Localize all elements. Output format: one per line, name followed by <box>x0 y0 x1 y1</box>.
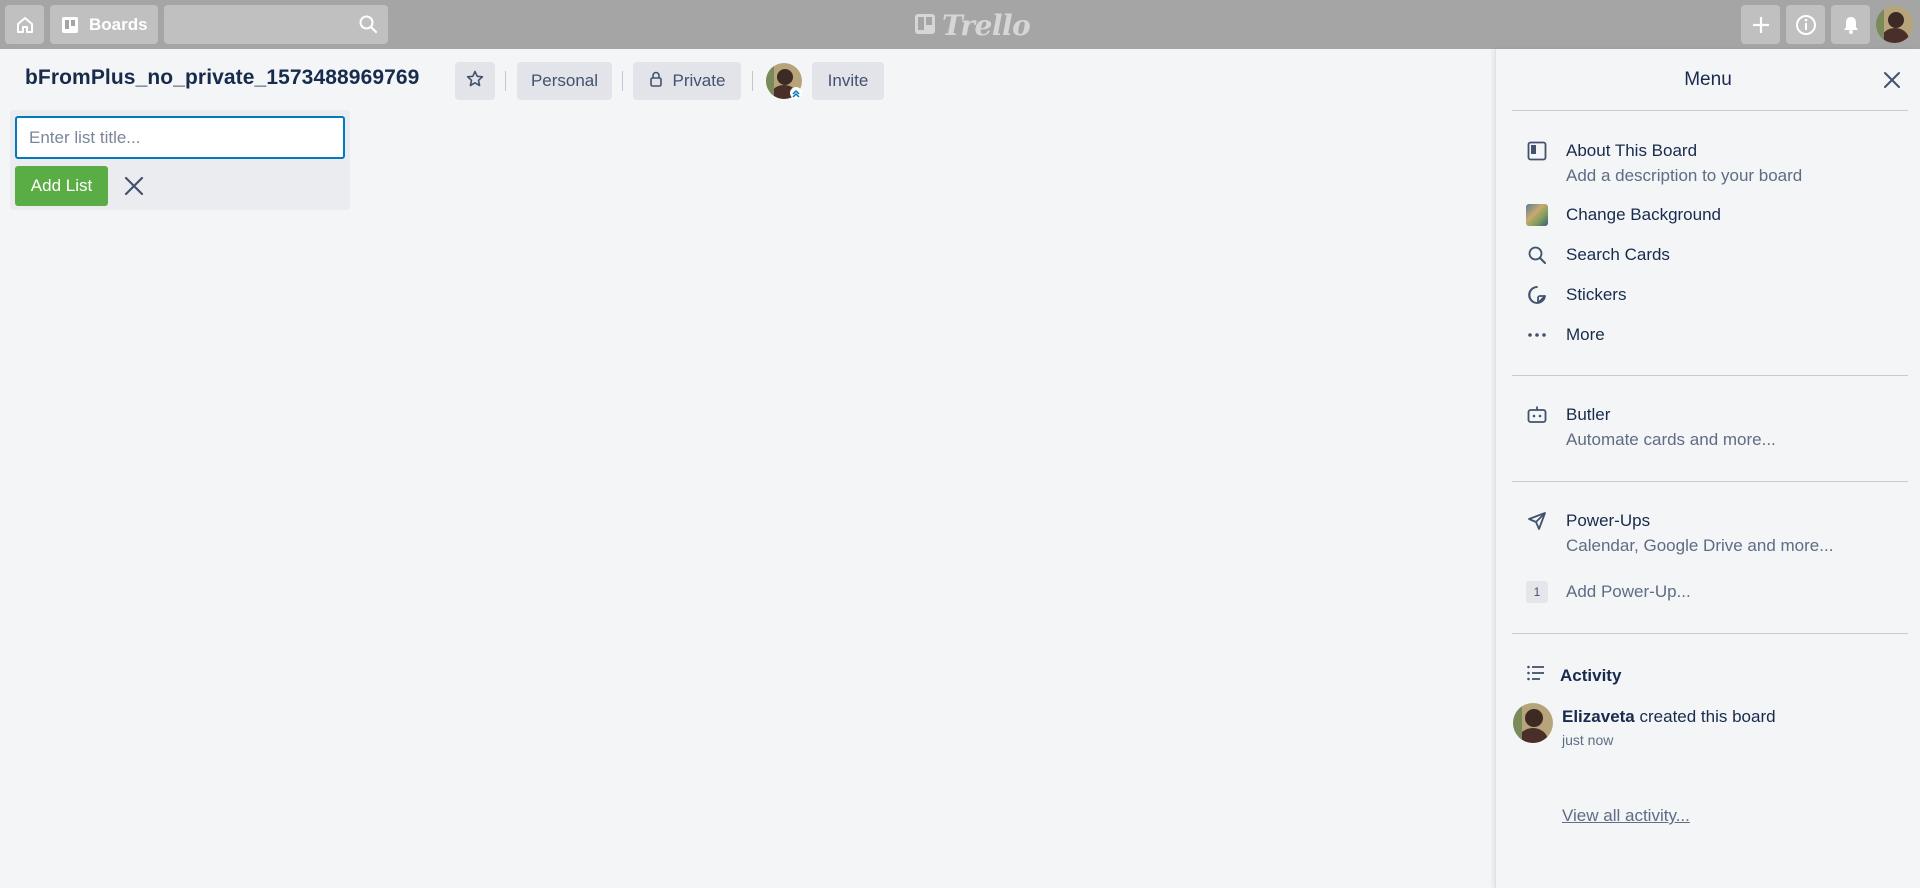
menu-item-butler[interactable]: Butler Automate cards and more... <box>1526 404 1776 451</box>
bell-icon <box>1841 15 1861 35</box>
plus-icon <box>1751 15 1771 35</box>
menu-item-label: Power-Ups <box>1566 511 1651 530</box>
admin-badge-icon <box>790 87 802 99</box>
team-button[interactable]: Personal <box>517 62 612 100</box>
menu-divider <box>1512 481 1908 482</box>
info-icon <box>1795 14 1817 36</box>
boards-label: Boards <box>89 14 148 34</box>
trello-logo-icon <box>914 9 936 42</box>
power-up-count: 1 <box>1526 581 1548 603</box>
home-button[interactable] <box>5 5 44 44</box>
more-icon <box>1526 324 1548 346</box>
home-icon <box>15 15 35 35</box>
search-icon <box>1526 244 1548 266</box>
menu-divider <box>1512 375 1908 376</box>
visibility-label: Private <box>672 71 726 90</box>
header-divider <box>752 71 753 91</box>
activity-avatar[interactable] <box>1513 703 1553 743</box>
menu-divider <box>1512 110 1908 111</box>
notifications-button[interactable] <box>1831 5 1870 44</box>
menu-item-label: More <box>1566 325 1605 344</box>
menu-item-sublabel: Add a description to your board <box>1566 166 1803 185</box>
create-button[interactable] <box>1741 5 1780 44</box>
activity-header: Activity <box>1526 663 1621 688</box>
star-icon <box>466 70 484 93</box>
activity-user[interactable]: Elizaveta <box>1562 707 1635 726</box>
menu-item-label: Search Cards <box>1566 245 1670 264</box>
menu-item-sublabel: Calendar, Google Drive and more... <box>1566 536 1834 555</box>
boards-button[interactable]: Boards <box>50 5 158 44</box>
add-list-button[interactable]: Add List <box>15 166 108 206</box>
menu-divider <box>1512 633 1908 634</box>
view-all-activity-link[interactable]: View all activity... <box>1562 806 1690 826</box>
visibility-button[interactable]: Private <box>633 62 741 100</box>
lock-icon <box>649 71 673 92</box>
activity-time[interactable]: just now <box>1562 732 1613 748</box>
board-icon <box>1526 140 1548 162</box>
header-divider <box>622 71 623 91</box>
add-list-composer: Add List <box>10 110 350 210</box>
list-title-input[interactable] <box>15 116 345 159</box>
menu-item-sublabel: Automate cards and more... <box>1566 430 1776 449</box>
menu-title: Menu <box>1684 69 1732 90</box>
info-button[interactable] <box>1786 5 1825 44</box>
activity-action: created this board <box>1639 707 1776 726</box>
menu-item-stickers[interactable]: Stickers <box>1526 284 1626 306</box>
menu-item-power-ups[interactable]: Power-Ups Calendar, Google Drive and mor… <box>1526 510 1833 557</box>
member-avatar[interactable] <box>1876 6 1913 43</box>
activity-entry: Elizaveta created this board <box>1562 707 1776 727</box>
menu-item-about-board[interactable]: About This Board Add a description to yo… <box>1526 140 1802 187</box>
rocket-icon <box>1526 510 1548 532</box>
menu-item-search-cards[interactable]: Search Cards <box>1526 244 1670 266</box>
menu-item-add-power-up[interactable]: 1 Add Power-Up... <box>1526 581 1691 603</box>
invite-button[interactable]: Invite <box>812 62 884 100</box>
menu-item-more[interactable]: More <box>1526 324 1605 346</box>
sticker-icon <box>1526 284 1548 306</box>
board-title[interactable]: bFromPlus_no_private_1573488969769 <box>25 66 419 90</box>
menu-item-label: Butler <box>1566 405 1611 424</box>
menu-item-label: Stickers <box>1566 285 1627 304</box>
search-icon[interactable] <box>358 14 378 39</box>
menu-item-change-background[interactable]: Change Background <box>1526 204 1721 226</box>
activity-icon <box>1526 663 1546 688</box>
board-menu: Menu About This Board Add a description … <box>1495 49 1920 888</box>
butler-icon <box>1526 404 1548 426</box>
header-divider <box>505 71 506 91</box>
boards-icon <box>61 16 89 34</box>
search-input[interactable] <box>164 5 388 44</box>
close-icon[interactable] <box>121 173 147 199</box>
activity-title: Activity <box>1560 665 1622 685</box>
top-header: Boards Trello <box>0 0 1920 49</box>
background-thumbnail <box>1526 204 1548 226</box>
trello-logo[interactable]: Trello <box>914 8 1031 42</box>
menu-item-label: About This Board <box>1566 141 1698 160</box>
menu-item-label: Change Background <box>1566 205 1722 224</box>
trello-logo-text: Trello <box>942 8 1031 42</box>
close-menu-icon[interactable] <box>1879 67 1905 93</box>
menu-item-label: Add Power-Up... <box>1566 582 1691 601</box>
star-board-button[interactable] <box>455 62 495 100</box>
search-box[interactable] <box>164 5 388 44</box>
count-badge: 1 <box>1526 581 1548 603</box>
